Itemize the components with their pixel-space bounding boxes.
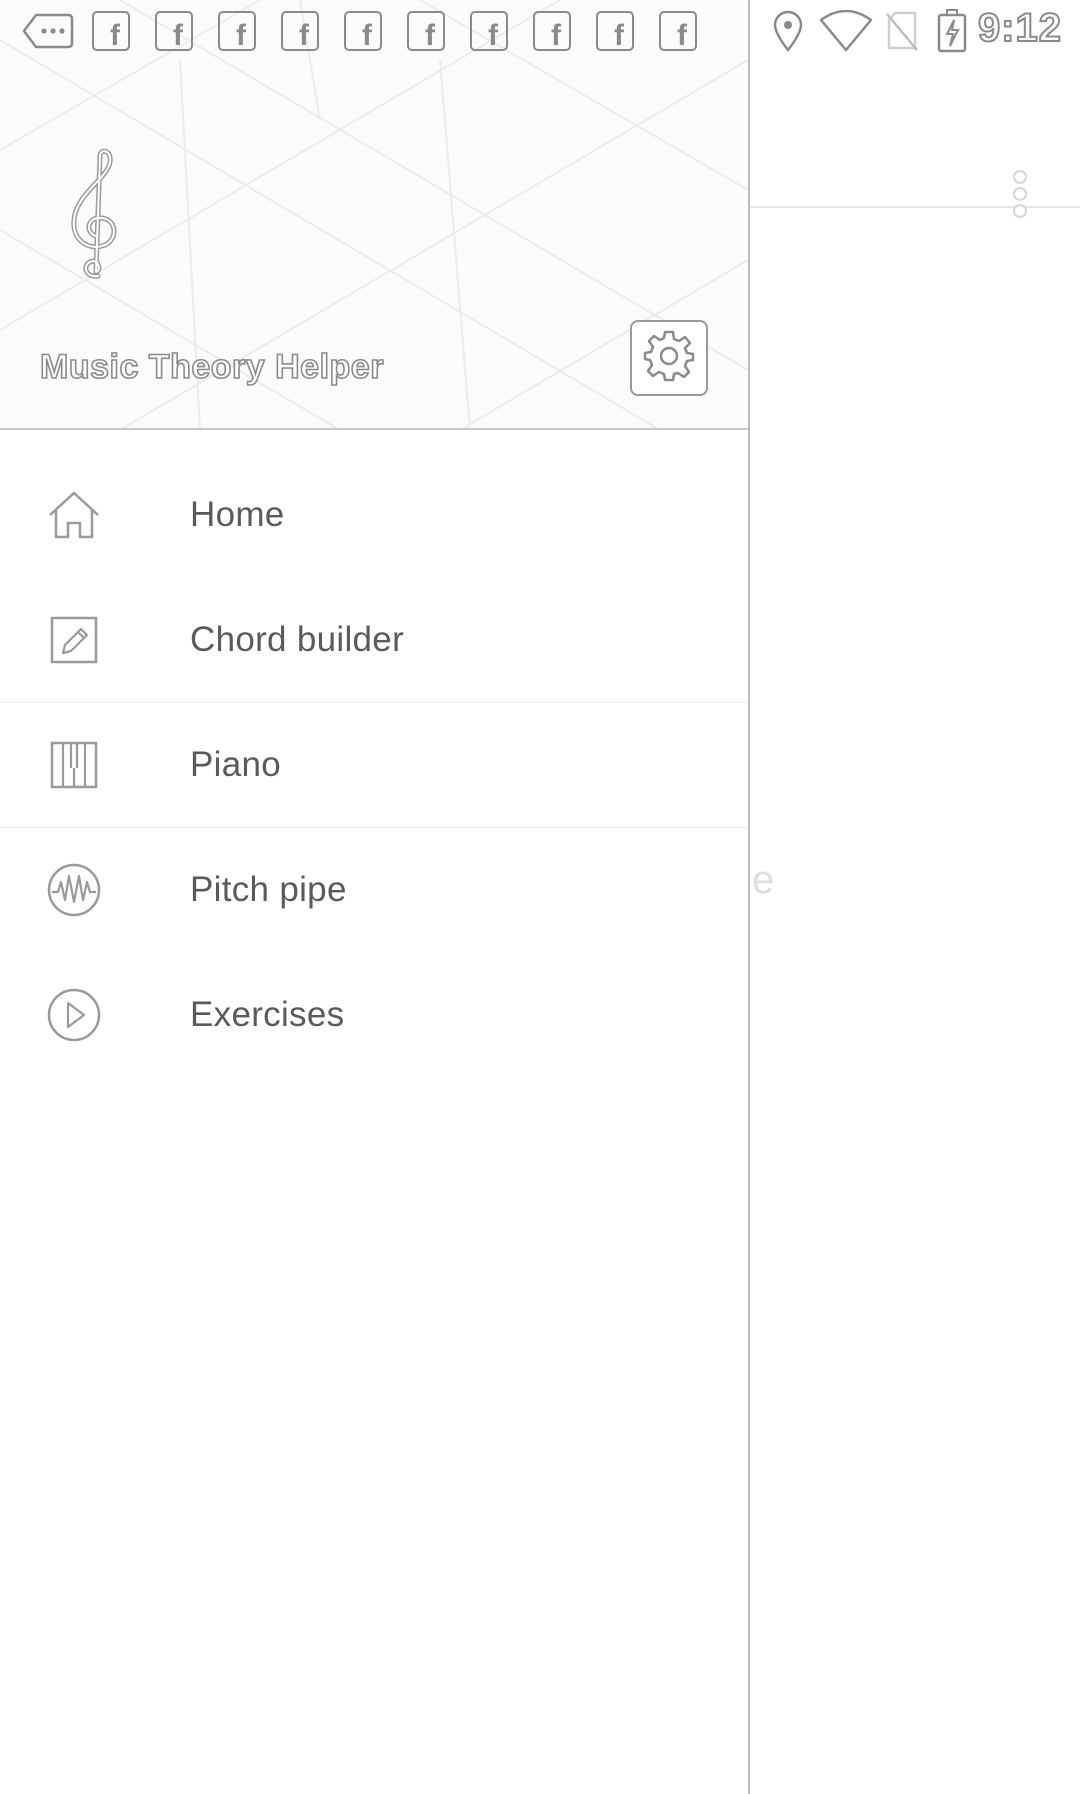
facebook-icon: f (533, 10, 571, 52)
facebook-icon: f (596, 10, 634, 52)
play-icon (46, 987, 102, 1043)
facebook-icon: f (281, 10, 319, 52)
menu-item-label: Exercises (190, 994, 345, 1034)
pencil-icon (46, 612, 102, 668)
facebook-icon: f (659, 10, 697, 52)
menu-item-home[interactable]: Home (0, 452, 748, 577)
piano-icon (46, 737, 102, 793)
settings-button[interactable] (630, 320, 708, 396)
more-icon (22, 10, 74, 52)
facebook-icon: f (92, 10, 130, 52)
menu-item-label: Chord builder (190, 619, 405, 659)
status-time: 9:12 (977, 5, 1062, 51)
app-name: Music Theory Helper (39, 347, 384, 387)
overflow-menu-icon[interactable] (1000, 164, 1040, 224)
facebook-icon: f (470, 10, 508, 52)
navigation-drawer: Music Theory Helper Home Chord builder P… (0, 0, 750, 1794)
menu-item-chord-builder[interactable]: Chord builder (0, 577, 748, 702)
status-bar: f f f f f f f f f f 9:12 (0, 0, 1080, 60)
menu-item-label: Pitch pipe (190, 870, 347, 909)
waveform-icon (46, 862, 102, 918)
facebook-icon: f (344, 10, 382, 52)
menu-item-label: Home (190, 494, 285, 534)
drawer-header: Music Theory Helper (0, 0, 748, 430)
menu-item-piano[interactable]: Piano (0, 702, 748, 827)
background-text-fragment: e (752, 858, 775, 902)
menu-item-pitch-pipe[interactable]: Pitch pipe (0, 827, 748, 952)
menu-item-label: Piano (190, 745, 282, 784)
drawer-menu: Home Chord builder Piano Pitch pipe Exer… (0, 452, 748, 1077)
facebook-icon: f (155, 10, 193, 52)
battery-charging-icon (936, 9, 968, 53)
gear-icon (641, 328, 697, 389)
facebook-icon: f (218, 10, 256, 52)
menu-item-exercises[interactable]: Exercises (0, 952, 748, 1077)
treble-clef-icon (56, 148, 132, 280)
home-icon (46, 487, 102, 543)
facebook-icon: f (407, 10, 445, 52)
location-icon (770, 10, 806, 52)
wifi-icon (818, 10, 874, 52)
no-sim-icon (884, 10, 920, 52)
